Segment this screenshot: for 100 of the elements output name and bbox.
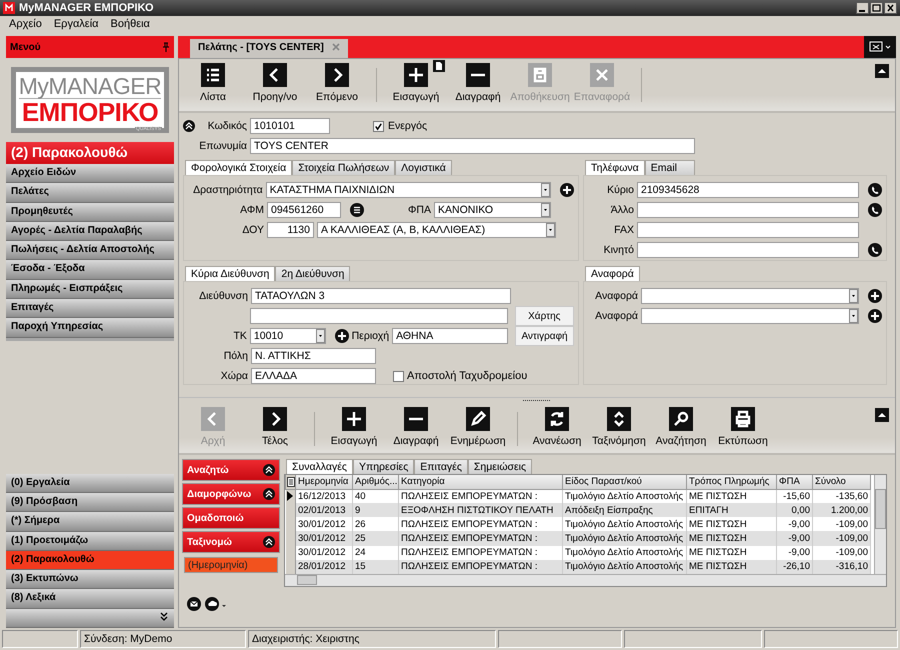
cloud-icon[interactable]	[205, 597, 227, 611]
column-chooser-icon[interactable]	[286, 476, 294, 487]
toolbar-button[interactable]: Διαγραφή	[447, 63, 509, 107]
minimize-button[interactable]	[856, 2, 869, 14]
phone-icon[interactable]	[868, 183, 882, 197]
list-icon[interactable]	[350, 203, 364, 217]
tab[interactable]: Υπηρεσίες	[352, 459, 414, 474]
column-header[interactable]: Είδος Παραστ/κού	[562, 475, 686, 489]
toolbar-button[interactable]: Ενημέρωση	[447, 407, 509, 451]
reference-dropdown[interactable]	[641, 308, 859, 324]
sidebar-item[interactable]: Αρχείο Ειδών	[6, 164, 174, 184]
column-header[interactable]: Τρόπος Πληρωμής	[686, 475, 776, 489]
sidebar-item[interactable]: Προμηθευτές	[6, 202, 174, 222]
toolbar-button[interactable]: Ανανέωση	[526, 407, 588, 451]
nav-item[interactable]: (8) Λεξικά	[6, 589, 174, 609]
phone-field[interactable]	[637, 222, 859, 238]
tab[interactable]: Λογιστικά	[395, 160, 452, 175]
sidebar-item[interactable]: Επιταγές	[6, 299, 174, 318]
copy-icon[interactable]	[433, 60, 445, 72]
document-tab[interactable]: Πελάτης - [TOYS CENTER]	[190, 39, 348, 58]
vertical-scrollbar[interactable]	[874, 475, 886, 574]
tab[interactable]: 2η Διεύθυνση	[275, 266, 350, 281]
activity-dropdown[interactable]: ΚΑΤΑΣΤΗΜΑ ΠΑΙΧΝΙΔΙΩΝ	[266, 182, 551, 198]
tab[interactable]: Κύρια Διεύθυνση	[185, 266, 276, 281]
sidebar-item[interactable]: Παροχή Υπηρεσίας	[6, 318, 174, 338]
nav-item[interactable]: (1) Προετοιμάζω	[6, 532, 174, 551]
area-field[interactable]: ΑΘΗΝΑ	[392, 328, 508, 344]
column-header[interactable]: Ημερομηνία	[296, 475, 352, 489]
window-menu-button[interactable]	[864, 36, 896, 58]
city-field[interactable]: Ν. ΑΤΤΙΚΗΣ	[251, 348, 376, 364]
tax-office-dropdown[interactable]: Α ΚΑΛΛΙΘΕΑΣ (Α, Β, ΚΑΛΛΙΘΕΑΣ)	[317, 222, 556, 238]
sidebar-item[interactable]: Πελάτες	[6, 183, 174, 203]
column-header[interactable]: Σύνολο	[812, 475, 870, 489]
sidebar-item[interactable]: Έσοδα - Έξοδα	[6, 260, 174, 280]
nav-item[interactable]: (2) Παρακολουθώ	[6, 550, 174, 570]
tab[interactable]: Email	[644, 160, 695, 175]
toolbar-button[interactable]: Επόμενο	[306, 63, 368, 107]
nav-item[interactable]: (*) Σήμερα	[6, 512, 174, 532]
more-button[interactable]	[6, 608, 174, 628]
toolbar-button[interactable]: Λίστα	[182, 63, 244, 107]
toolbar-button[interactable]: Διαγραφή	[385, 407, 447, 451]
column-header[interactable]: Αριθμός...	[352, 475, 398, 489]
tab[interactable]: Αναφορά	[585, 266, 640, 281]
checkbox[interactable]	[393, 370, 404, 382]
toolbar-button[interactable]: Ταξινόμηση	[588, 407, 650, 451]
column-header[interactable]: ΦΠΑ	[776, 475, 812, 489]
checkbox[interactable]	[373, 120, 384, 132]
postcode-dropdown[interactable]: 10010	[250, 328, 326, 344]
collapse-icon[interactable]	[263, 488, 275, 500]
sort-field-chip[interactable]: (Ημερομηνία)	[184, 557, 278, 573]
menu-item[interactable]: Αρχείο	[4, 18, 47, 30]
phone-field[interactable]	[637, 202, 859, 218]
nav-item[interactable]: (0) Εργαλεία	[6, 474, 174, 493]
phone-field[interactable]: 2109345628	[637, 182, 859, 198]
tab[interactable]: Συναλλαγές	[286, 459, 353, 474]
maximize-button[interactable]	[870, 2, 883, 14]
phone-field[interactable]	[637, 242, 859, 258]
tab[interactable]: Σημειώσεις	[468, 459, 532, 474]
tab[interactable]: Στοιχεία Πωλήσεων	[292, 160, 396, 175]
tab[interactable]: Επιταγές	[414, 459, 468, 474]
toolbar-button[interactable]: Προηγ/νο	[244, 63, 306, 107]
nav-item[interactable]: (9) Πρόσβαση	[6, 492, 174, 512]
collapse-icon[interactable]	[263, 536, 275, 548]
reference-dropdown[interactable]	[641, 288, 859, 304]
code-field[interactable]: 1010101	[250, 118, 330, 134]
phone-icon[interactable]	[868, 203, 882, 217]
splitter-handle[interactable]	[522, 399, 552, 402]
address-field[interactable]: ΤΑΤΑΟΥΛΩΝ 3	[251, 288, 511, 304]
pin-icon[interactable]	[162, 42, 170, 52]
name-field[interactable]: TOYS CENTER	[250, 138, 695, 154]
filter-group-header[interactable]: Ταξινομώ	[182, 531, 280, 553]
horizontal-scrollbar[interactable]	[285, 574, 886, 586]
filter-group-header[interactable]: Διαμορφώνω	[182, 483, 280, 505]
add-icon[interactable]	[560, 183, 574, 197]
add-icon[interactable]	[868, 309, 882, 323]
filter-group-header[interactable]: Ομαδοποιώ	[182, 507, 280, 529]
tab[interactable]: Φορολογικά Στοιχεία	[185, 160, 292, 175]
mail-icon[interactable]	[187, 597, 201, 611]
menu-item[interactable]: Εργαλεία	[48, 18, 104, 30]
country-field[interactable]: ΕΛΛΑΔΑ	[251, 368, 376, 384]
sidebar-item[interactable]: Πωλήσεις - Δελτία Αποστολής	[6, 241, 174, 260]
toolbar-button[interactable]: Τέλος	[244, 407, 306, 451]
copy-button[interactable]: Αντιγραφή	[515, 326, 574, 346]
toolbar-button[interactable]: Αναζήτηση	[650, 407, 712, 451]
nav-item[interactable]: (3) Εκτυπώνω	[6, 570, 174, 590]
afm-field[interactable]: 094561260	[267, 202, 341, 218]
collapse-icon[interactable]	[183, 120, 195, 132]
address-field[interactable]	[250, 308, 508, 324]
filter-group-header[interactable]: Αναζητώ	[182, 459, 280, 481]
vat-dropdown[interactable]: ΚΑΝΟΝΙΚΟ	[434, 202, 551, 218]
collapse-button[interactable]	[875, 64, 889, 78]
add-icon[interactable]	[334, 329, 349, 343]
phone-icon[interactable]	[868, 243, 882, 257]
menu-item[interactable]: Βοήθεια	[106, 18, 155, 30]
add-icon[interactable]	[868, 289, 882, 303]
collapse-button[interactable]	[875, 408, 889, 422]
column-header[interactable]: Κατηγορία	[398, 475, 562, 489]
sidebar-item[interactable]: Αγορές - Δελτία Παραλαβής	[6, 222, 174, 242]
toolbar-button[interactable]: Εισαγωγή	[385, 63, 447, 107]
collapse-icon[interactable]	[263, 464, 275, 476]
